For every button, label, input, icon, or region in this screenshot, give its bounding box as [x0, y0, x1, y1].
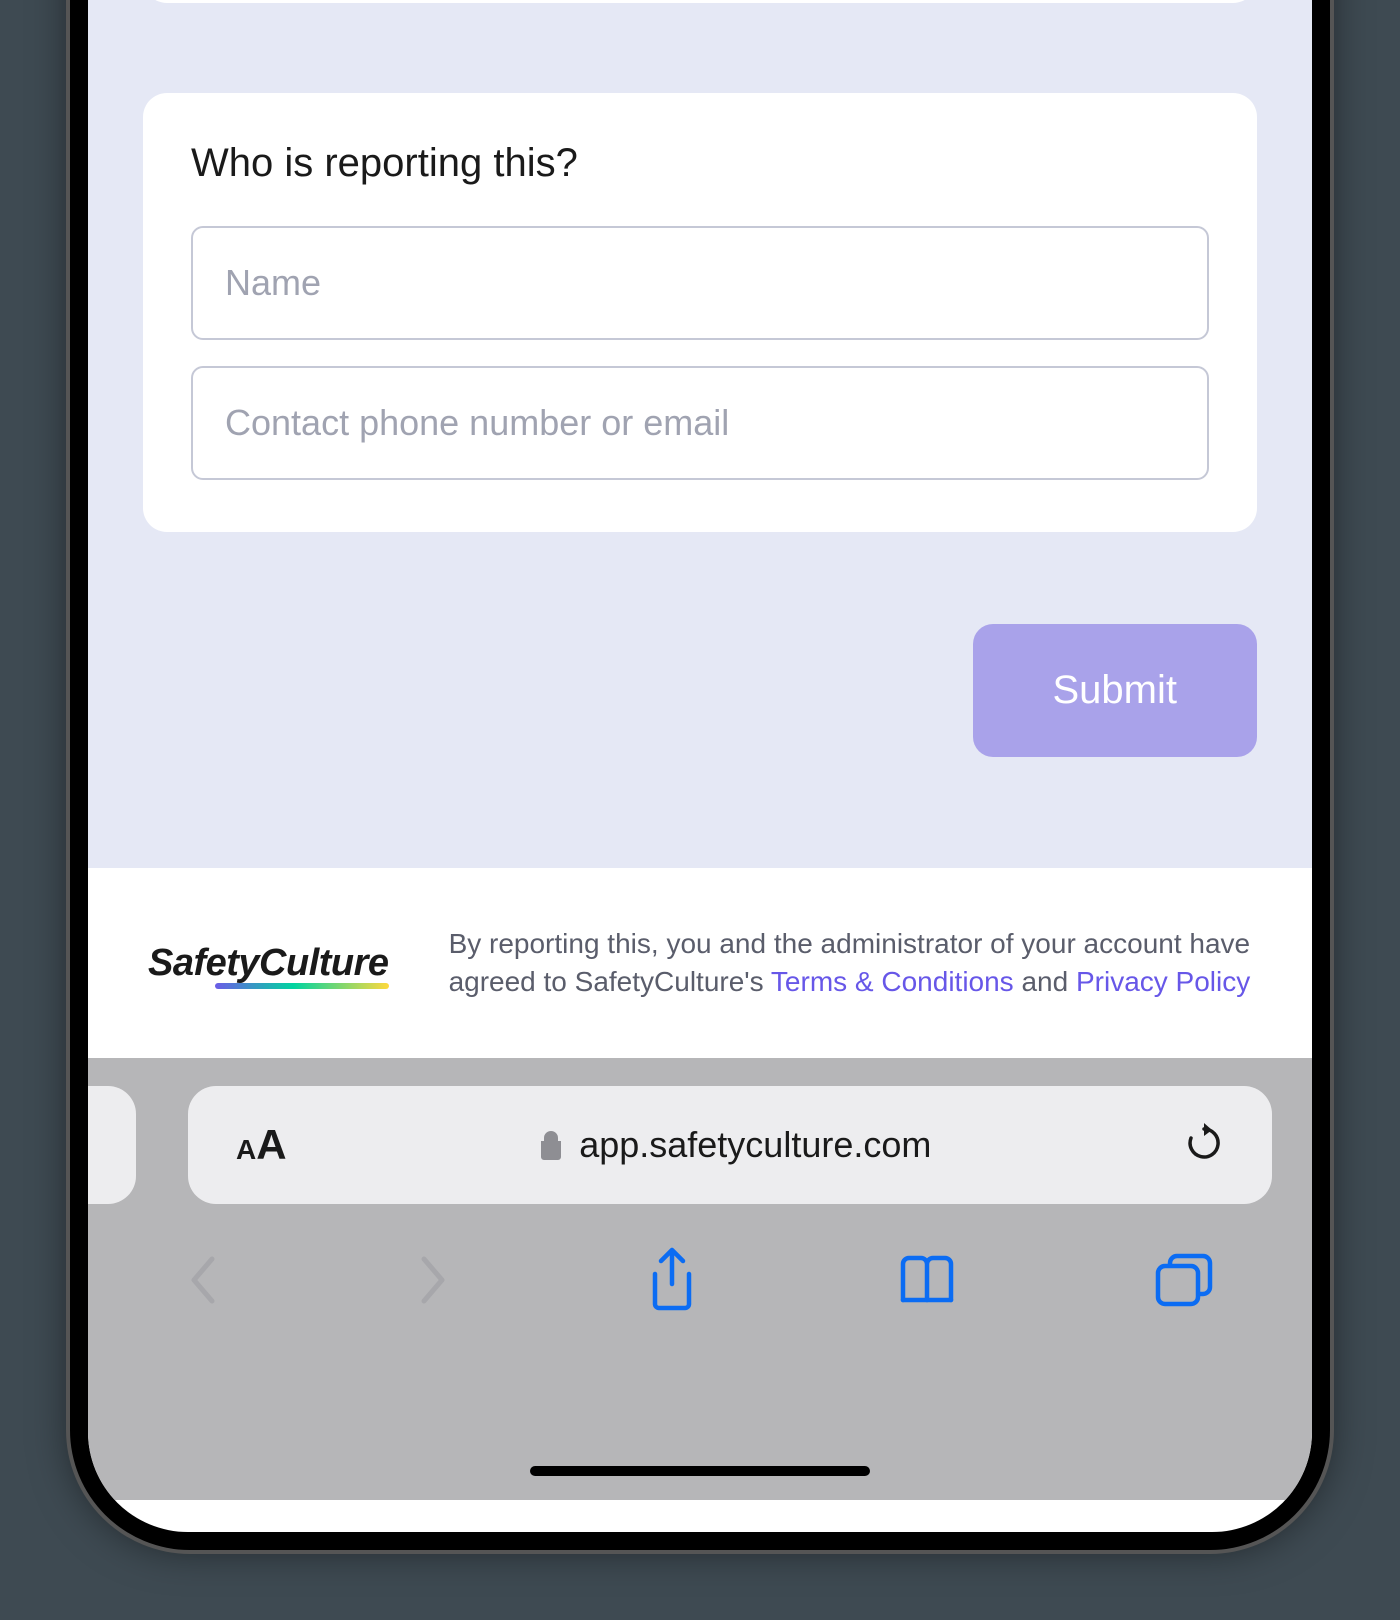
phone-screen: Who is reporting this? Submit SafetyCult…	[88, 0, 1312, 1532]
home-indicator[interactable]	[530, 1466, 870, 1476]
bookmarks-button[interactable]	[895, 1254, 959, 1306]
safari-toolbar	[128, 1204, 1272, 1314]
forward-button[interactable]	[416, 1253, 450, 1307]
logo-underline-icon	[215, 983, 388, 989]
safari-chrome: AA app.safetyculture.com	[88, 1058, 1312, 1500]
contact-input[interactable]	[191, 366, 1209, 480]
name-input[interactable]	[191, 226, 1209, 340]
url-bar[interactable]: AA app.safetyculture.com	[188, 1086, 1272, 1204]
text-size-button[interactable]: AA	[236, 1121, 287, 1169]
aa-big-icon: A	[256, 1121, 286, 1169]
url-center: app.safetyculture.com	[539, 1124, 931, 1166]
card-title: Who is reporting this?	[191, 141, 1209, 186]
previous-card-bottom	[143, 0, 1257, 3]
reporter-card: Who is reporting this?	[143, 93, 1257, 532]
privacy-link[interactable]: Privacy Policy	[1076, 966, 1250, 997]
footer-bar: SafetyCulture By reporting this, you and…	[88, 868, 1312, 1058]
logo-text: SafetyCulture	[148, 942, 389, 985]
legal-text: By reporting this, you and the administr…	[449, 925, 1252, 1001]
safetyculture-logo: SafetyCulture	[148, 942, 389, 985]
app-content-area: Who is reporting this? Submit	[88, 0, 1312, 868]
phone-device-frame: Who is reporting this? Submit SafetyCult…	[70, 0, 1330, 1550]
logo-label: SafetyCulture	[148, 942, 389, 984]
submit-button[interactable]: Submit	[973, 624, 1258, 757]
share-button[interactable]	[645, 1246, 699, 1314]
lock-icon	[539, 1130, 563, 1160]
back-button[interactable]	[186, 1253, 220, 1307]
reload-button[interactable]	[1184, 1123, 1224, 1168]
aa-small-icon: A	[236, 1134, 256, 1166]
adjacent-tab-edge[interactable]	[88, 1086, 136, 1204]
url-text: app.safetyculture.com	[579, 1124, 931, 1166]
legal-mid: and	[1014, 966, 1076, 997]
tabs-button[interactable]	[1154, 1252, 1214, 1308]
terms-link[interactable]: Terms & Conditions	[771, 966, 1014, 997]
submit-row: Submit	[143, 624, 1257, 757]
